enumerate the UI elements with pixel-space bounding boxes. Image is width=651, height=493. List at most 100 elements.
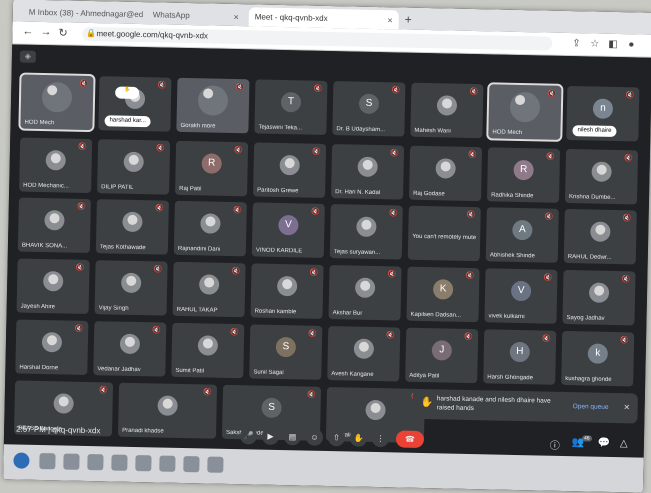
participant-name: Sunil Sagal — [253, 369, 284, 377]
captions-icon[interactable]: ▤ — [283, 428, 302, 446]
mic-off-icon: 🔇 — [388, 210, 398, 218]
participant-tile[interactable]: 🔇 Harshal Dorne — [15, 319, 89, 375]
app-icon[interactable] — [183, 456, 200, 473]
activities-icon[interactable]: △ — [620, 438, 628, 449]
present-icon[interactable]: ⇧ — [327, 429, 346, 447]
participant-name: Jayesh Ahire — [20, 303, 56, 311]
participant-tile[interactable]: V 🔇 VINOD KARDILE — [251, 202, 325, 258]
edge-icon[interactable] — [111, 454, 128, 471]
extensions-icon[interactable]: ◧ — [608, 39, 618, 50]
mute-message: You can't remotely mute someone else — [412, 233, 477, 242]
raise-hand-icon[interactable]: ✋ — [349, 429, 368, 447]
avatar: k — [587, 343, 609, 364]
start-icon[interactable] — [13, 452, 30, 469]
profile-icon[interactable]: ● — [628, 39, 634, 50]
raised-hand-icon: ✋ — [115, 86, 140, 100]
forward-icon[interactable]: → — [40, 26, 51, 38]
participant-name: Akshar Bur — [332, 310, 363, 317]
participant-tile[interactable]: 🔇 Mahesh Wani — [410, 82, 484, 139]
participant-tile[interactable]: 🔇 Rajnandini Dani — [173, 200, 247, 257]
info-icon[interactable]: ⓘ — [550, 437, 560, 452]
participant-tile[interactable]: 🔇 Akshar Bur — [328, 265, 402, 321]
meet-stage: ◈ 🔇 HOD Mech 🔇 ✋ harshad kar... 🔇 Gorakh more T… — [3, 44, 651, 458]
tab-whatsapp[interactable]: WhatsApp × — [147, 5, 245, 26]
participant-tile[interactable]: 🔇 Vedanar Jadhav — [93, 321, 167, 377]
participant-tile[interactable]: 🔇 Raj Godase — [408, 145, 483, 202]
mic-off-icon: 🔇 — [307, 391, 316, 399]
tab-gmail[interactable]: M Inbox (38) - Ahmednagar@edu× — [23, 3, 143, 25]
more-options-icon[interactable]: ⋮ — [371, 429, 390, 448]
chrome-icon[interactable] — [135, 455, 152, 472]
close-icon[interactable]: × — [624, 402, 630, 413]
end-call-button[interactable]: ☎ — [395, 430, 425, 449]
search-icon[interactable] — [39, 453, 56, 470]
participant-tile[interactable]: 🔇 BHAVIK SONA... — [17, 197, 91, 254]
participant-tile[interactable]: S 🔇 Sunil Sagal — [249, 324, 323, 380]
explorer-icon[interactable] — [87, 454, 104, 471]
participants-count: 46 — [581, 435, 592, 442]
emoji-icon[interactable]: ☺ — [305, 428, 324, 446]
chat-icon[interactable]: 💬 — [598, 438, 611, 449]
participant-tile[interactable]: T 🔇 Tejaswini Teka... — [254, 79, 328, 135]
participant-tile[interactable]: 🔇 Roshan kamble — [250, 263, 324, 319]
avatar: S — [275, 336, 297, 357]
participant-tile[interactable]: 🔇 HOD Mech — [18, 72, 96, 133]
participant-tile[interactable]: 🔇 RAHUL TAKAP — [172, 261, 246, 318]
mic-off-icon: 🔇 — [391, 87, 401, 95]
participant-tile[interactable]: 🔇 Tejas Kothawade — [95, 199, 169, 255]
participant-tile[interactable]: 🔇 Gorakh more — [176, 77, 250, 134]
share-icon[interactable]: ⇪ — [572, 38, 581, 49]
participant-tile[interactable]: 🔇 DILIP PATIL — [97, 139, 171, 195]
mic-off-icon: 🔇 — [154, 205, 164, 213]
camera-icon[interactable]: ▶ — [261, 427, 280, 446]
close-icon[interactable]: × — [233, 11, 238, 21]
participant-tile[interactable]: A 🔇 Abhishek Shinde — [485, 207, 559, 263]
participant-tile[interactable]: 🔇 RAHUL Dedwr... — [563, 208, 637, 265]
participant-tile[interactable]: R 🔇 Radhika Shinde — [486, 147, 561, 203]
avatar — [588, 282, 610, 303]
participant-tile[interactable]: 🔇 Krishna Dumbe... — [564, 148, 639, 205]
participant-tile[interactable]: K 🔇 Kapilsen Dadsan... — [406, 266, 480, 323]
screen: M Inbox (38) - Ahmednagar@edu× WhatsApp×… — [3, 0, 651, 493]
participant-name: Avesh Kangane — [331, 371, 374, 378]
app-icon[interactable] — [207, 456, 224, 473]
participant-tile[interactable]: 🔇 HOD Mechanic... — [19, 137, 93, 194]
app-icon[interactable] — [159, 455, 176, 472]
participant-tile[interactable]: 🔇 Tejas suryawan... — [329, 204, 403, 260]
avatar: H — [509, 341, 531, 362]
avatar — [591, 161, 612, 182]
task-view-icon[interactable] — [63, 453, 80, 470]
participant-tile[interactable]: V 🔇 vivek kulkarni — [484, 268, 558, 324]
participant-tile[interactable]: 🔇 HOD Mech — [486, 82, 564, 142]
shield-icon[interactable]: ◈ — [19, 50, 37, 63]
participant-tile[interactable]: J 🔇 Aditya Patil — [405, 327, 479, 384]
star-icon[interactable]: ☆ — [590, 38, 599, 49]
people-icon[interactable]: 👥 46 — [572, 435, 592, 448]
mic-icon[interactable]: 🎤 — [239, 427, 258, 445]
participant-tile[interactable]: 🔇 Dr. Hari N. Kadal — [331, 144, 405, 200]
open-queue-button[interactable]: Open queue — [573, 403, 609, 411]
participant-tile[interactable]: 🔇 Vijay Singh — [94, 260, 168, 316]
participant-tile[interactable]: S 🔇 Dr. B Udaysham... — [332, 81, 406, 137]
new-tab-button[interactable]: + — [405, 13, 412, 27]
participant-tile[interactable]: You can't remotely mute someone else 🔇 — [407, 205, 481, 262]
back-icon[interactable]: ← — [22, 26, 33, 38]
participant-tile[interactable]: 🔇 Sayog Jadhav — [562, 269, 636, 326]
mic-off-icon: 🔇 — [387, 271, 397, 279]
close-icon[interactable]: × — [387, 15, 392, 25]
mic-off-icon: 🔇 — [74, 325, 84, 333]
mic-off-icon: 🔇 — [231, 267, 241, 276]
participant-tile[interactable]: 🔇 Sumit Patil — [171, 322, 245, 379]
avatar — [354, 277, 376, 298]
participant-tile[interactable]: 🔇 Jayesh Ahire — [16, 258, 90, 314]
participant-tile[interactable]: 🔇 Avesh Kangane — [327, 326, 401, 382]
participant-tile[interactable]: 🔇 Paritosh Grewe — [253, 142, 327, 198]
participant-tile[interactable]: R 🔇 Raj Patil — [175, 140, 249, 197]
participant-tile[interactable]: H 🔇 Harsh Ghongade — [483, 329, 557, 385]
mic-off-icon: 🔇 — [625, 92, 635, 100]
participant-tile[interactable]: 🔇 ✋ harshad kar... — [98, 76, 172, 132]
participant-tile[interactable]: n 🔇 nilesh dhaire — [566, 85, 640, 142]
reload-icon[interactable]: ↻ — [58, 26, 67, 39]
participant-name: Raj Godase — [413, 190, 445, 198]
participant-tile[interactable]: k 🔇 kushagra ghonde — [561, 330, 635, 387]
